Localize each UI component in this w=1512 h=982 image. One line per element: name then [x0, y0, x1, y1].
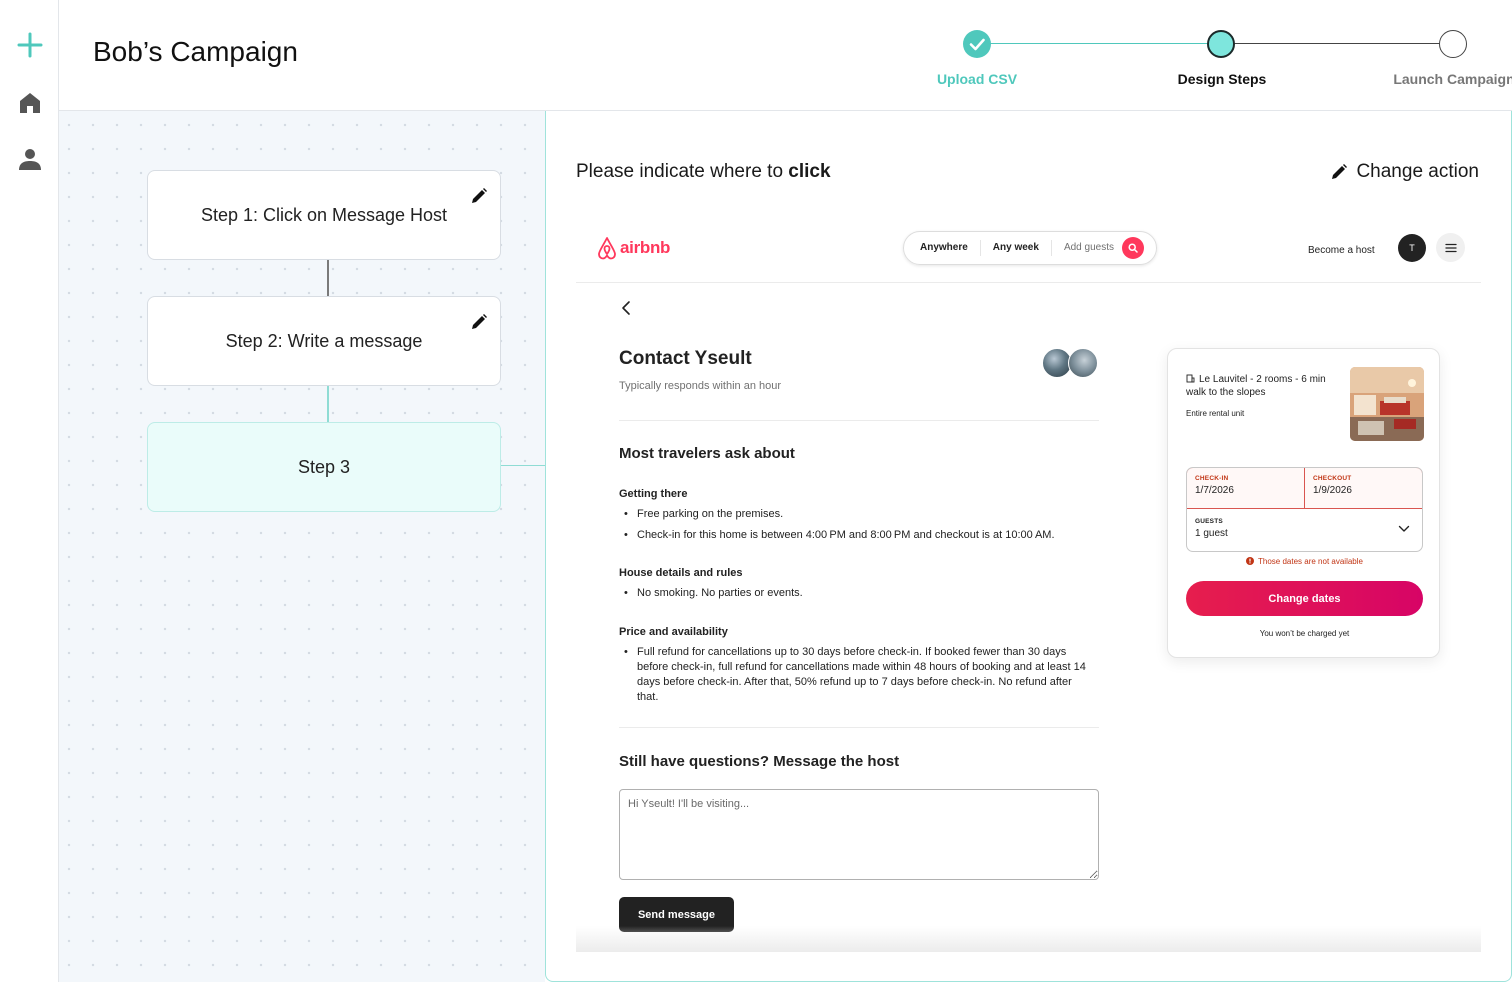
step-card-label: Step 3: [297, 456, 351, 477]
change-dates-button[interactable]: Change dates: [1186, 581, 1423, 616]
stepper-node-upload[interactable]: [963, 30, 991, 58]
list-item: Free parking on the premises.: [619, 507, 1094, 522]
section-list: Free parking on the premises. Check-in f…: [619, 507, 1094, 549]
change-action-label: Change action: [1356, 161, 1479, 182]
search-button[interactable]: [1121, 237, 1144, 259]
progress-stepper: Upload CSV Design Steps Launch Campaign: [859, 28, 1512, 98]
stepper-line-complete: [977, 43, 1221, 44]
connector-line: [327, 260, 329, 296]
message-textarea[interactable]: [619, 789, 1099, 880]
pencil-icon[interactable]: [470, 187, 488, 205]
campaign-title: Bob’s Campaign: [93, 36, 298, 67]
user-icon[interactable]: [17, 146, 43, 172]
checkout-label: CHECKOUT: [1313, 475, 1352, 482]
availability-error: Those dates are not available: [1168, 557, 1441, 566]
stepper-node-launch[interactable]: [1439, 30, 1467, 58]
left-rail: [0, 0, 59, 982]
pencil-icon: [1332, 164, 1348, 179]
date-guest-picker[interactable]: CHECK-IN 1/7/2026 CHECKOUT 1/9/2026 GUES…: [1186, 467, 1423, 552]
listing-title: Le Lauvitel - 2 rooms - 6 min walk to th…: [1186, 373, 1336, 399]
listing-photo-image: [1350, 367, 1424, 441]
charge-note: You won’t be charged yet: [1259, 629, 1350, 638]
stepper-node-design[interactable]: [1207, 30, 1235, 58]
step-card-1[interactable]: Step 1: Click on Message Host: [147, 170, 501, 260]
step-card-2[interactable]: Step 2: Write a message: [147, 296, 501, 386]
airbnb-logo-text: airbnb: [620, 238, 671, 257]
checkout-value: 1/9/2026: [1313, 485, 1352, 496]
stepper-label-launch[interactable]: Launch Campaign: [1393, 71, 1512, 87]
divider: [619, 420, 1099, 421]
listing-title-text: Le Lauvitel - 2 rooms - 6 min walk to th…: [1186, 374, 1326, 398]
search-add-guests[interactable]: Add guests: [1052, 240, 1122, 256]
listing-photo: [1350, 367, 1424, 441]
stepper-line-pending: [1221, 43, 1453, 44]
stepper-label-design[interactable]: Design Steps: [1178, 71, 1267, 87]
guests-label: GUESTS: [1195, 518, 1223, 525]
list-item: Full refund for cancellations up to 30 d…: [619, 645, 1094, 705]
airbnb-search-bar[interactable]: Anywhere Any week Add guests: [903, 231, 1157, 265]
stepper-label-upload[interactable]: Upload CSV: [937, 71, 1017, 87]
back-arrow-icon[interactable]: [618, 300, 634, 316]
change-action-button[interactable]: Change action: [1330, 161, 1479, 183]
checkin-field[interactable]: CHECK-IN 1/7/2026: [1187, 468, 1304, 508]
listing-type: Entire rental unit: [1186, 409, 1245, 418]
airbnb-logo[interactable]: airbnb: [596, 236, 670, 260]
availability-error-text: Those dates are not available: [1258, 557, 1363, 566]
step-editor-panel: Please indicate where to click Change ac…: [545, 111, 1512, 982]
pencil-icon[interactable]: [470, 313, 488, 331]
building-icon: [1186, 374, 1195, 383]
message-heading: Still have questions? Message the host: [619, 753, 900, 770]
step-card-3[interactable]: Step 3: [147, 422, 501, 512]
airbnb-logo-icon: [598, 237, 616, 260]
faq-heading: Most travelers ask about: [619, 445, 795, 462]
chevron-down-icon[interactable]: [1398, 525, 1410, 533]
connector-to-panel: [501, 465, 545, 466]
header: Bob’s Campaign Upload CSV Design Steps L…: [59, 0, 1512, 111]
become-host-link[interactable]: Become a host: [1308, 245, 1375, 256]
search-any-week[interactable]: Any week: [981, 240, 1052, 256]
connector-line-active: [327, 386, 329, 422]
section-heading: Price and availability: [619, 626, 728, 638]
divider: [619, 727, 1099, 728]
checkin-value: 1/7/2026: [1195, 485, 1234, 496]
checkin-label: CHECK-IN: [1195, 475, 1229, 482]
host-avatars: [1042, 348, 1102, 380]
section-heading: House details and rules: [619, 567, 743, 579]
response-time: Typically responds within an hour: [619, 380, 782, 392]
section-list: No smoking. No parties or events.: [619, 586, 1094, 607]
guests-value: 1 guest: [1195, 528, 1228, 539]
search-anywhere[interactable]: Anywhere: [904, 240, 981, 256]
step-card-label: Step 2: Write a message: [225, 330, 423, 351]
home-icon[interactable]: [17, 90, 43, 116]
contact-title: Contact Yseult: [619, 348, 752, 369]
step-card-label: Step 1: Click on Message Host: [200, 204, 448, 225]
section-heading: Getting there: [619, 488, 688, 500]
airbnb-navbar: airbnb Anywhere Any week Add guests Beco…: [576, 216, 1481, 283]
error-icon: [1246, 557, 1255, 565]
target-page-screenshot[interactable]: airbnb Anywhere Any week Add guests Beco…: [576, 216, 1481, 952]
menu-button[interactable]: [1436, 233, 1465, 262]
date-range[interactable]: CHECK-IN 1/7/2026 CHECKOUT 1/9/2026: [1187, 468, 1422, 509]
avatar[interactable]: T: [1398, 234, 1426, 262]
check-icon: [969, 38, 985, 51]
screenshot-fade: [576, 926, 1481, 952]
host-avatar: [1068, 348, 1098, 378]
hamburger-icon: [1444, 243, 1457, 252]
section-list: Full refund for cancellations up to 30 d…: [619, 645, 1094, 711]
list-item: No smoking. No parties or events.: [619, 586, 1094, 601]
guests-field[interactable]: GUESTS 1 guest: [1195, 518, 1228, 539]
list-item: Check-in for this home is between 4:00 P…: [619, 528, 1094, 543]
instruction-text: Please indicate where to click: [576, 161, 831, 183]
instruction-prefix: Please indicate where to: [576, 161, 789, 182]
search-icon: [1128, 243, 1138, 253]
booking-card: Le Lauvitel - 2 rooms - 6 min walk to th…: [1167, 348, 1440, 658]
flow-canvas: Step 1: Click on Message Host Step 2: Wr…: [59, 111, 545, 982]
plus-icon[interactable]: [17, 32, 43, 58]
instruction-action: click: [788, 161, 831, 182]
checkout-field[interactable]: CHECKOUT 1/9/2026: [1304, 468, 1422, 508]
